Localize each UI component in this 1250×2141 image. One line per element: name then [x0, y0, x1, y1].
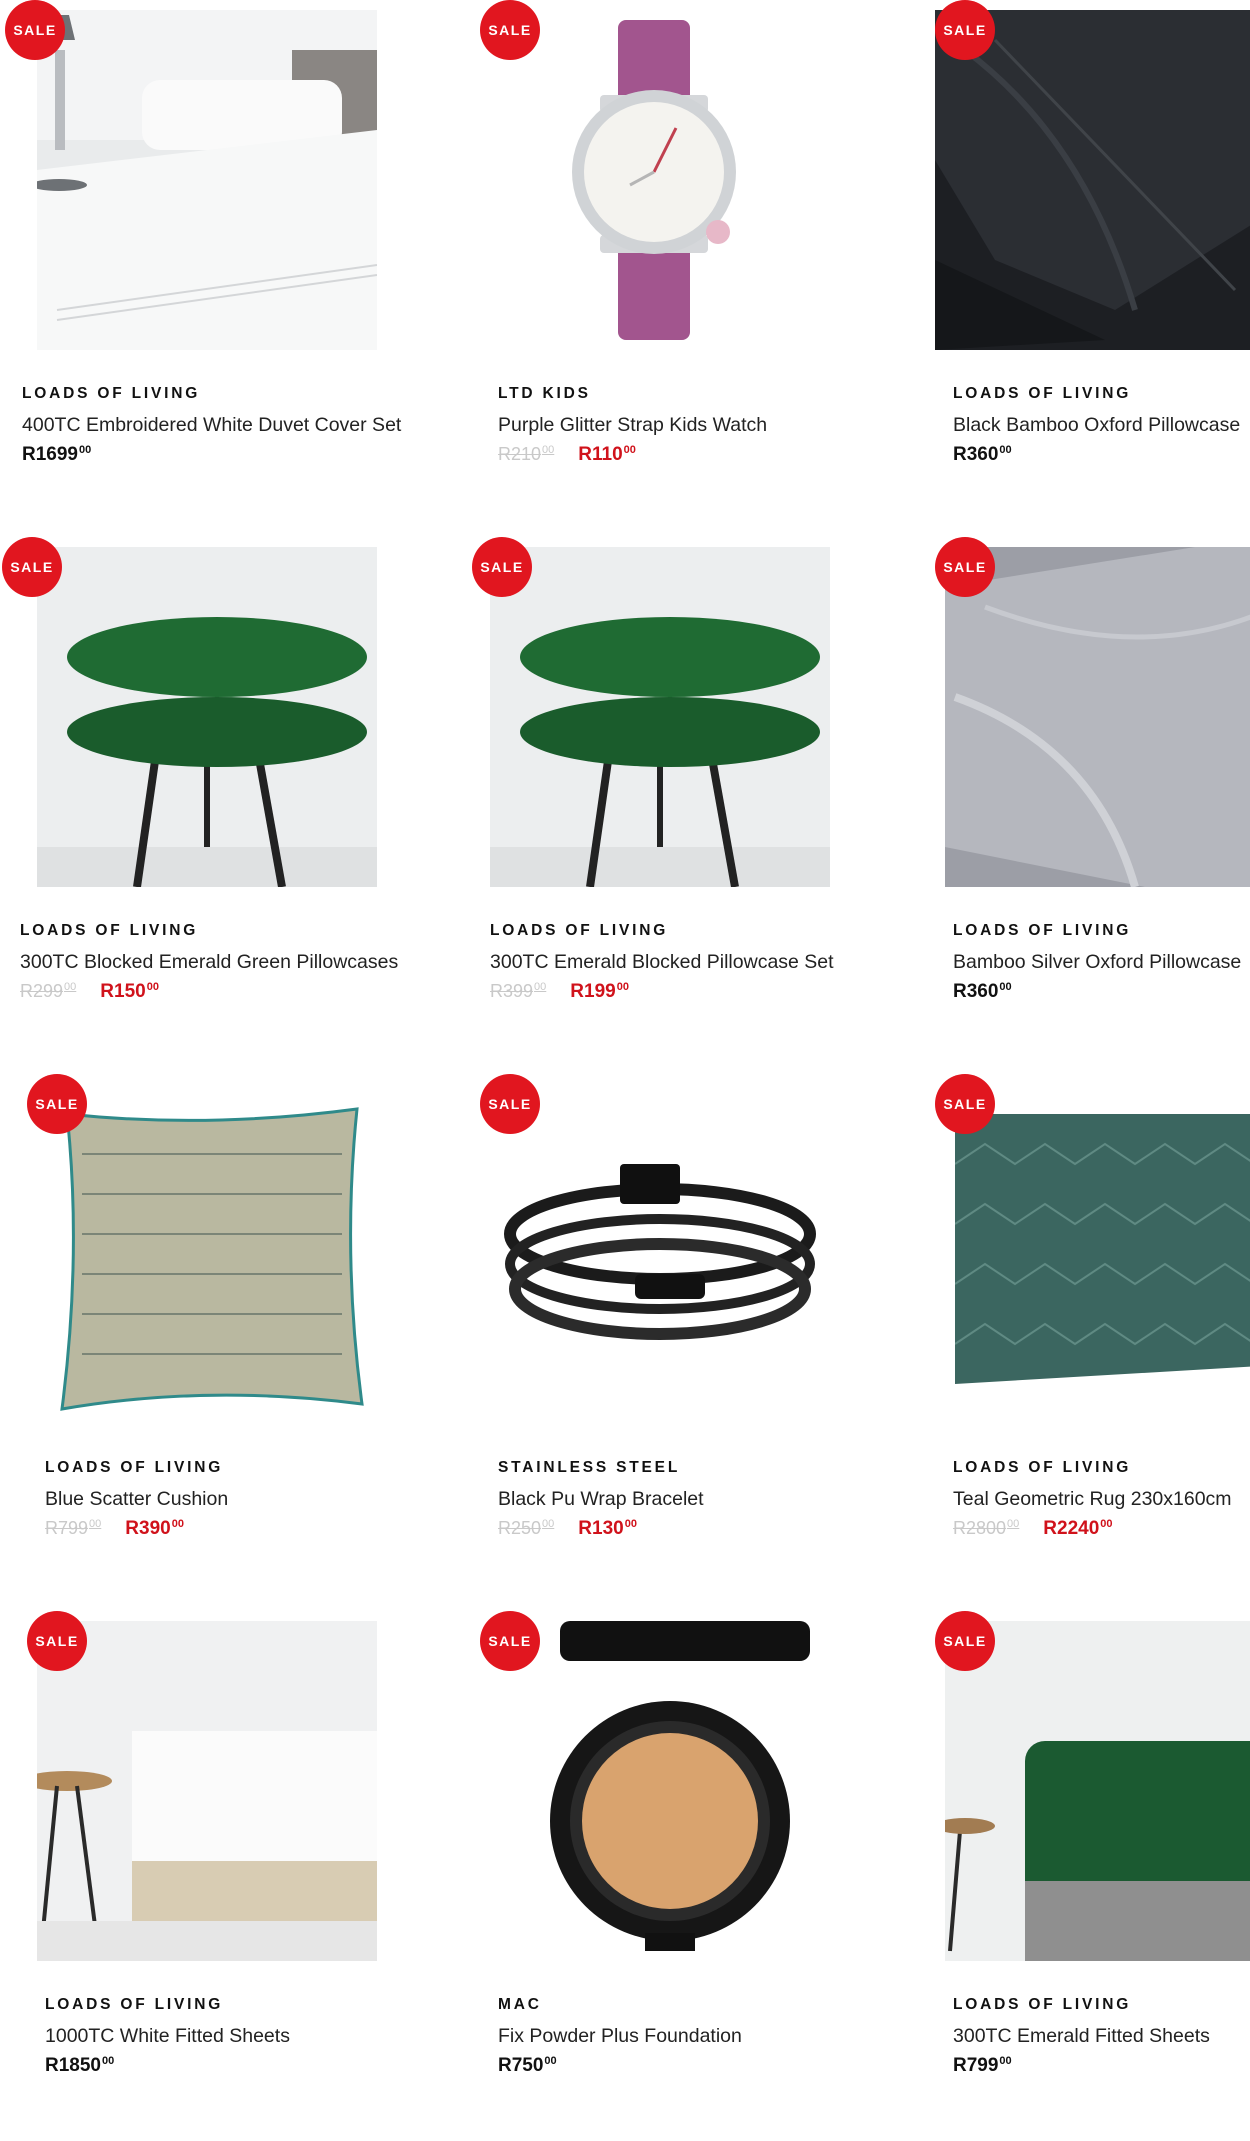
sale-badge: SALE [27, 1611, 87, 1671]
product-price: R25000 R13000 [498, 1518, 637, 1540]
current-price: R36000 [953, 981, 1012, 1002]
product-title[interactable]: 400TC Embroidered White Duvet Cover Set [22, 414, 401, 437]
product-price: R36000 [953, 444, 1012, 466]
sale-badge: SALE [935, 0, 995, 60]
product-title[interactable]: Bamboo Silver Oxford Pillowcase [953, 951, 1241, 974]
white-duvet-bed-photo[interactable] [37, 10, 377, 350]
product-card[interactable]: SALE LTD KIDS Purple Glitter Strap Kids … [460, 0, 840, 530]
sale-badge: SALE [480, 1074, 540, 1134]
product-title[interactable]: 1000TC White Fitted Sheets [45, 2025, 290, 2048]
product-brand: LOADS OF LIVING [953, 1459, 1132, 1476]
product-card[interactable]: SALE LOADS OF LIVING 300TC Emerald Block… [460, 537, 840, 1067]
original-price: R21000 [498, 444, 555, 464]
product-price: R280000 R224000 [953, 1518, 1113, 1540]
product-brand: LOADS OF LIVING [22, 385, 201, 402]
current-price: R185000 [45, 2055, 115, 2076]
product-card[interactable]: SALE LOADS OF LIVING Teal Geometric Rug … [915, 1074, 1250, 1604]
product-brand: LOADS OF LIVING [45, 1459, 224, 1476]
product-title[interactable]: Purple Glitter Strap Kids Watch [498, 414, 767, 437]
product-brand: STAINLESS STEEL [498, 1459, 681, 1476]
original-price: R29900 [20, 981, 77, 1001]
sale-price: R11000 [578, 444, 636, 465]
green-fitted-sheet-photo[interactable] [945, 1621, 1250, 1961]
product-price: R39900 R19900 [490, 981, 629, 1003]
powder-compact-photo[interactable] [490, 1621, 830, 1961]
product-card[interactable]: SALE LOADS OF LIVING Bamboo Silver Oxfor… [915, 537, 1250, 1067]
product-card[interactable]: SALE LOADS OF LIVING 300TC Emerald Fitte… [915, 1611, 1250, 2141]
green-pillows-on-stool-photo[interactable] [37, 547, 377, 887]
current-price: R75000 [498, 2055, 557, 2076]
scatter-cushion-photo[interactable] [37, 1084, 377, 1424]
product-card[interactable]: SALE LOADS OF LIVING 1000TC White Fitted… [0, 1611, 380, 2141]
product-brand: LOADS OF LIVING [953, 385, 1132, 402]
green-pillows-on-stool-photo[interactable] [490, 547, 830, 887]
product-card[interactable]: SALE LOADS OF LIVING 300TC Blocked Emera… [0, 537, 398, 1067]
sale-badge: SALE [2, 537, 62, 597]
product-brand: LOADS OF LIVING [953, 1996, 1132, 2013]
product-brand: LOADS OF LIVING [490, 922, 669, 939]
product-card[interactable]: SALE STAINLESS STEEL Black Pu Wrap Brace… [460, 1074, 840, 1604]
sale-price: R224000 [1043, 1518, 1113, 1539]
product-brand: MAC [498, 1996, 542, 2013]
product-brand: LTD KIDS [498, 385, 591, 402]
original-price: R25000 [498, 1518, 555, 1538]
black-bracelet-photo[interactable] [490, 1084, 830, 1424]
silver-pillowcase-photo[interactable] [945, 547, 1250, 887]
sale-price: R13000 [578, 1518, 637, 1539]
product-brand: LOADS OF LIVING [953, 922, 1132, 939]
product-price: R36000 [953, 981, 1012, 1003]
product-price: R29900 R15000 [20, 981, 159, 1003]
product-title[interactable]: Teal Geometric Rug 230x160cm [953, 1488, 1232, 1511]
black-pillowcase-photo[interactable] [935, 10, 1250, 350]
product-price: R79900 R39000 [45, 1518, 184, 1540]
product-price: R75000 [498, 2055, 557, 2077]
sale-badge: SALE [480, 0, 540, 60]
purple-watch-photo[interactable] [490, 10, 830, 350]
original-price: R79900 [45, 1518, 102, 1538]
product-title[interactable]: Fix Powder Plus Foundation [498, 2025, 742, 2048]
product-price: R185000 [45, 2055, 114, 2077]
sale-badge: SALE [480, 1611, 540, 1671]
sale-badge: SALE [935, 1074, 995, 1134]
sale-badge: SALE [935, 537, 995, 597]
product-brand: LOADS OF LIVING [45, 1996, 224, 2013]
product-price: R21000 R11000 [498, 444, 636, 466]
original-price: R280000 [953, 1518, 1020, 1538]
product-card[interactable]: SALE LOADS OF LIVING Black Bamboo Oxford… [915, 0, 1250, 530]
product-title[interactable]: 300TC Emerald Fitted Sheets [953, 2025, 1210, 2048]
product-title[interactable]: Blue Scatter Cushion [45, 1488, 228, 1511]
sale-price: R19900 [570, 981, 629, 1002]
product-price: R79900 [953, 2055, 1012, 2077]
sale-price: R15000 [100, 981, 159, 1002]
current-price: R169900 [22, 444, 92, 465]
white-fitted-sheet-photo[interactable] [37, 1621, 377, 1961]
current-price: R36000 [953, 444, 1012, 465]
product-card[interactable]: SALE LOADS OF LIVING Blue Scatter Cushio… [0, 1074, 380, 1604]
sale-badge: SALE [27, 1074, 87, 1134]
product-title[interactable]: Black Bamboo Oxford Pillowcase [953, 414, 1240, 437]
current-price: R79900 [953, 2055, 1012, 2076]
sale-price: R39000 [125, 1518, 184, 1539]
original-price: R39900 [490, 981, 547, 1001]
product-brand: LOADS OF LIVING [20, 922, 199, 939]
product-card[interactable]: SALE MAC Fix Powder Plus Foundation R750… [460, 1611, 840, 2141]
sale-badge: SALE [472, 537, 532, 597]
teal-rug-photo[interactable] [955, 1084, 1250, 1424]
product-price: R169900 [22, 444, 91, 466]
product-title[interactable]: 300TC Blocked Emerald Green Pillowcases [20, 951, 398, 974]
product-title[interactable]: 300TC Emerald Blocked Pillowcase Set [490, 951, 834, 974]
product-card[interactable]: SALE LOADS OF LIVING 400TC Embroidered W… [0, 0, 401, 530]
product-title[interactable]: Black Pu Wrap Bracelet [498, 1488, 704, 1511]
sale-badge: SALE [935, 1611, 995, 1671]
sale-badge: SALE [5, 0, 65, 60]
